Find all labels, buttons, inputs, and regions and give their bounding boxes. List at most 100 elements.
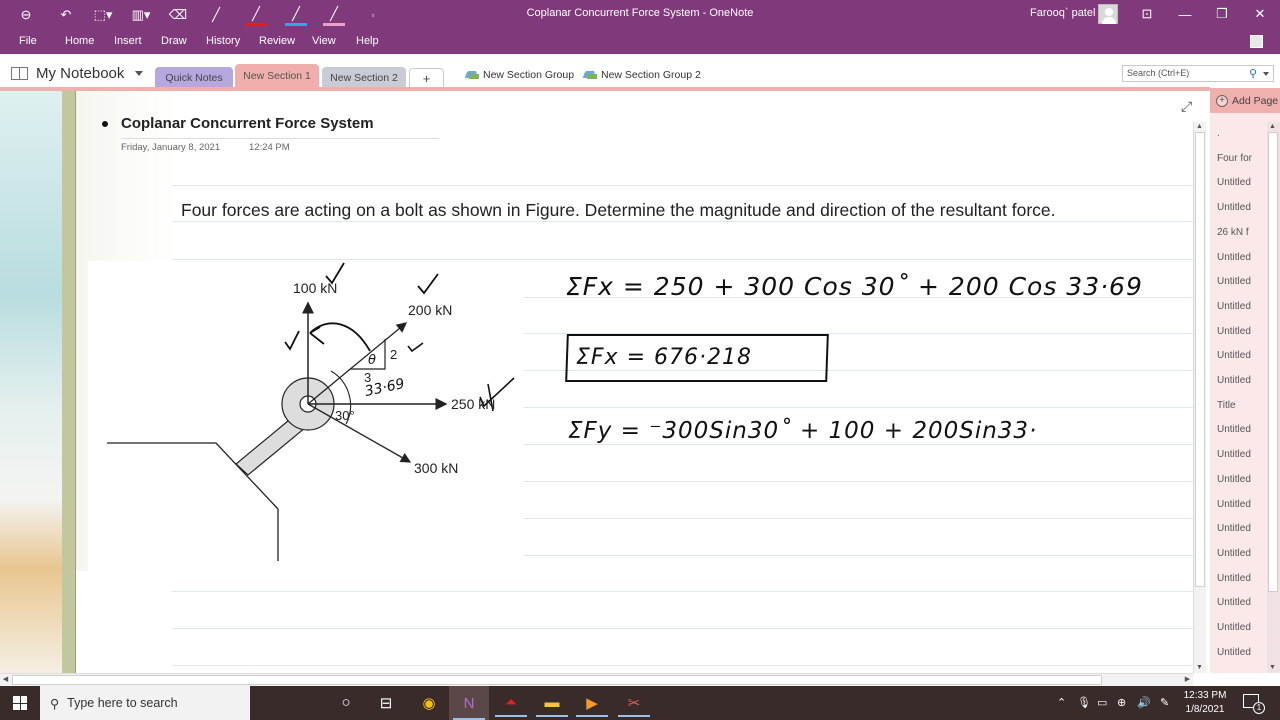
acrobat-icon[interactable]: ⏶ — [491, 688, 531, 717]
section-group-1[interactable]: New Section Group — [466, 69, 574, 81]
page-canvas[interactable]: ⤢ Coplanar Concurrent Force System Frida… — [76, 91, 1193, 673]
page-list-item[interactable]: Untitled — [1217, 202, 1251, 213]
microphone-icon[interactable]: 🎙 — [1077, 696, 1091, 709]
scroll-up-icon[interactable]: ▲ — [1267, 122, 1278, 132]
scroll-right-icon[interactable]: ▶ — [1182, 675, 1193, 685]
show-hidden-icons-icon[interactable]: ⌃ — [1057, 696, 1066, 709]
scroll-thumb[interactable] — [1268, 132, 1278, 592]
scroll-left-icon[interactable]: ◀ — [0, 675, 11, 685]
tab-help[interactable]: Help — [356, 35, 379, 47]
page-list-item[interactable]: Untitled — [1217, 573, 1251, 584]
page-list-item[interactable]: Untitled — [1217, 474, 1251, 485]
back-icon[interactable]: ⊖ — [15, 4, 37, 26]
search-scope-dropdown[interactable] — [1263, 72, 1269, 76]
media-player-icon[interactable]: ▶ — [572, 688, 612, 717]
page-list-item[interactable]: Untitled — [1217, 449, 1251, 460]
avatar[interactable] — [1098, 4, 1118, 24]
section-group-2[interactable]: New Section Group 2 — [584, 69, 701, 81]
page-list-item[interactable]: Four for — [1217, 153, 1252, 164]
tab-draw[interactable]: Draw — [161, 35, 187, 47]
task-view-icon[interactable]: ⊟ — [366, 688, 406, 717]
problem-statement[interactable]: Four forces are acting on a bolt as show… — [181, 197, 1181, 223]
scroll-thumb[interactable] — [1195, 132, 1205, 587]
minimize-button[interactable]: — — [1170, 3, 1200, 25]
page-list-item[interactable]: . — [1217, 128, 1220, 139]
page-list-item[interactable]: Untitled — [1217, 499, 1251, 510]
ink-sum-fx-equation[interactable]: ΣFx = 250 + 300 Cos 30˚ + 200 Cos 33·69 — [566, 272, 1143, 301]
page-vertical-scrollbar[interactable]: ▲ ▼ — [1193, 122, 1206, 673]
start-button[interactable] — [0, 686, 40, 720]
page-horizontal-scrollbar[interactable]: ◀ ▶ — [0, 673, 1193, 686]
pen-red-icon[interactable]: ╱ — [245, 4, 267, 26]
ink-sum-fx-result[interactable]: ΣFx = 676·218 — [576, 345, 752, 370]
add-section-button[interactable]: + — [409, 68, 444, 88]
lasso-select-icon[interactable]: ⬚▾ — [92, 4, 114, 26]
page-list-item[interactable]: Untitled — [1217, 622, 1251, 633]
tab-view[interactable]: View — [312, 35, 336, 47]
active-indicator — [495, 715, 527, 717]
search-input[interactable]: Search (Ctrl+E) ⚲ — [1122, 65, 1274, 82]
page-list-item[interactable]: Untitled — [1217, 647, 1251, 658]
page-list-item[interactable]: Untitled — [1217, 301, 1251, 312]
rule-line — [172, 259, 1193, 260]
tab-history[interactable]: History — [206, 35, 240, 47]
add-page-button[interactable]: + Add Page — [1210, 88, 1280, 113]
pages-scrollbar[interactable]: ▲ ▼ — [1267, 122, 1280, 673]
cortana-icon[interactable]: ○ — [326, 688, 366, 717]
network-icon[interactable]: ⊕ — [1117, 696, 1126, 709]
close-button[interactable]: ✕ — [1245, 3, 1275, 25]
page-list-item[interactable]: Untitled — [1217, 597, 1251, 608]
pen-workspace-icon[interactable]: ✎ — [1160, 696, 1169, 709]
notebook-icon — [11, 67, 28, 80]
scroll-down-icon[interactable]: ▼ — [1194, 663, 1205, 673]
file-explorer-icon[interactable]: ▬ — [532, 688, 572, 717]
onenote-taskbar-icon[interactable]: N — [449, 686, 489, 720]
section-tab-new-section-2[interactable]: New Section 2 — [322, 67, 406, 88]
page-list-item[interactable]: Untitled — [1217, 276, 1251, 287]
page-list-item[interactable]: Untitled — [1217, 177, 1251, 188]
undo-icon[interactable]: ↶ — [55, 4, 77, 26]
page-list-item[interactable]: Untitled — [1217, 326, 1251, 337]
battery-icon[interactable]: ▭ — [1097, 696, 1107, 709]
chrome-icon[interactable]: ◉ — [409, 688, 449, 717]
scroll-up-icon[interactable]: ▲ — [1194, 122, 1205, 132]
ribbon-display-options-icon[interactable]: ⊡ — [1132, 3, 1162, 25]
search-icon[interactable]: ⚲ — [1249, 67, 1257, 80]
pen-black-icon[interactable]: ╱ — [205, 4, 227, 26]
full-page-view-icon[interactable]: ⤢ — [1181, 98, 1192, 115]
page-list-item[interactable]: Untitled — [1217, 548, 1251, 559]
scroll-down-icon[interactable]: ▼ — [1267, 663, 1278, 673]
pen-blue-icon[interactable]: ╱ — [285, 4, 307, 26]
title-bullet — [102, 121, 108, 127]
page-list-item[interactable]: Untitled — [1217, 424, 1251, 435]
page-list-item[interactable]: Untitled — [1217, 350, 1251, 361]
notebook-selector[interactable]: My Notebook — [36, 65, 124, 82]
tab-file[interactable]: File — [19, 35, 37, 47]
expand-ribbon-icon[interactable] — [1250, 35, 1263, 48]
force-diagram-figure[interactable]: 100 kN 200 kN 250 kN 300 kN 2 3 30° θ 33… — [88, 261, 523, 571]
section-tab-quick-notes[interactable]: Quick Notes — [155, 67, 233, 88]
user-name[interactable]: Farooq` patel — [1030, 7, 1095, 19]
highlighter-pink-icon[interactable]: ╱ — [323, 4, 345, 26]
page-list-item[interactable]: Title — [1217, 400, 1236, 411]
snipping-tool-icon[interactable]: ✂ — [614, 688, 654, 717]
ink-sum-fy-equation[interactable]: ΣFy = ⁻300Sin30˚ + 100 + 200Sin33· — [568, 418, 1037, 444]
pen-holder-icon[interactable]: ▥▾ — [130, 4, 152, 26]
volume-icon[interactable]: 🔊 — [1137, 696, 1151, 709]
system-clock[interactable]: 12:33 PM 1/8/2021 — [1180, 689, 1230, 717]
tab-insert[interactable]: Insert — [114, 35, 142, 47]
tab-home[interactable]: Home — [65, 35, 94, 47]
page-title[interactable]: Coplanar Concurrent Force System — [121, 115, 374, 132]
section-tab-new-section-1[interactable]: New Section 1 — [235, 64, 319, 88]
tab-review[interactable]: Review — [259, 35, 295, 47]
scroll-thumb[interactable] — [12, 675, 1102, 685]
page-list-item[interactable]: 26 kN f — [1217, 227, 1249, 238]
page-list-item[interactable]: Untitled — [1217, 375, 1251, 386]
chevron-down-icon[interactable] — [135, 71, 143, 76]
restore-button[interactable]: ❐ — [1207, 3, 1237, 25]
customize-qat-icon[interactable]: ▫ — [362, 4, 384, 26]
page-list-item[interactable]: Untitled — [1217, 252, 1251, 263]
taskbar-search-box[interactable]: ⚲ Type here to search — [40, 686, 250, 720]
eraser-icon[interactable]: ⌫ — [167, 4, 189, 26]
page-list-item[interactable]: Untitled — [1217, 523, 1251, 534]
